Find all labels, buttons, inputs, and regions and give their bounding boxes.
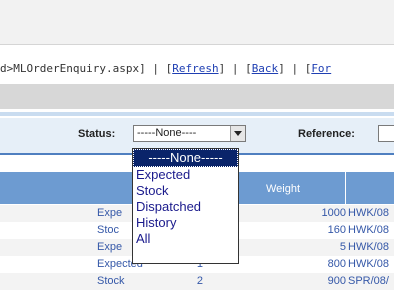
dropdown-option-stock[interactable]: Stock — [133, 183, 238, 199]
weight-header: Weight — [266, 183, 301, 195]
reference-input[interactable] — [378, 125, 394, 142]
divider — [0, 112, 394, 116]
dropdown-option-expected[interactable]: Expected — [133, 167, 238, 183]
refresh-link[interactable]: Refresh — [172, 62, 218, 75]
status-dropdown-list[interactable]: -----None----- Expected Stock Dispatched… — [132, 148, 239, 264]
dropdown-option-none[interactable]: -----None----- — [133, 149, 238, 167]
chevron-down-icon[interactable] — [230, 126, 245, 141]
dropdown-option-dispatched[interactable]: Dispatched — [133, 199, 238, 215]
page-path: d>MLOrderEnquiry.aspx] — [0, 62, 146, 75]
forward-link[interactable]: For — [311, 62, 331, 75]
status-select-value: -----None---- — [137, 127, 197, 139]
table-row[interactable]: Stock 2 900 SPR/08/ — [0, 273, 394, 290]
status-select[interactable]: -----None---- — [133, 125, 246, 142]
toolbar-band — [0, 84, 394, 109]
link-bar: d>MLOrderEnquiry.aspx] | [Refresh] | [Ba… — [0, 62, 332, 75]
dropdown-option-history[interactable]: History — [133, 215, 238, 231]
header-divider — [345, 172, 346, 204]
reference-label: Reference: — [298, 128, 355, 140]
dropdown-option-all[interactable]: All — [133, 231, 238, 247]
top-banner — [0, 0, 394, 45]
back-link[interactable]: Back — [252, 62, 279, 75]
status-label: Status: — [78, 128, 116, 140]
